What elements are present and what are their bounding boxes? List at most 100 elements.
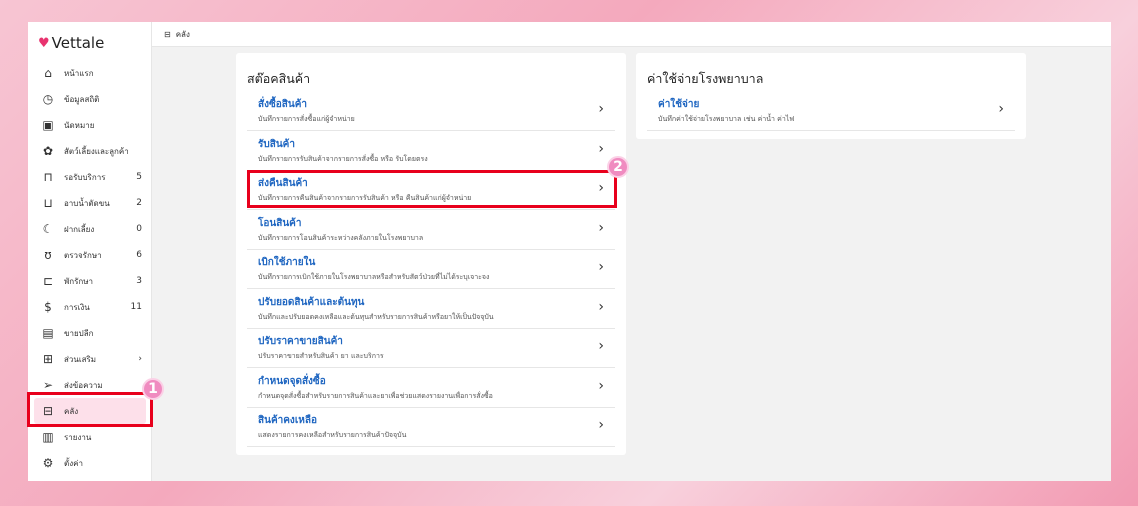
menu-item-desc: บันทึกรายการรับสินค้าจากรายการสั่งซื้อ ห… [258, 154, 428, 163]
sidebar-item-label: ฝากเลี้ยง [64, 224, 95, 234]
chevron-right-icon: › [598, 298, 604, 315]
sidebar-item[interactable]: ⊓ รอรับบริการ 5 [28, 164, 152, 190]
sidebar-item[interactable]: ✿ สัตว์เลี้ยงและลูกค้า [28, 138, 152, 164]
stock-title: สต๊อคสินค้า [247, 71, 311, 86]
home-icon: ⌂ [44, 66, 52, 80]
highlight-sidebar-stock [27, 392, 153, 427]
sidebar-item-label: ส่งข้อความ [64, 380, 103, 390]
paw-icon: ✿ [42, 144, 54, 158]
heart-logo-icon: ♥ [38, 35, 50, 51]
menu-item-title: ปรับราคาขายสินค้า [258, 336, 343, 347]
menu-item-desc: บันทึกค่าใช้จ่ายโรงพยาบาล เช่น ค่าน้ำ ค่… [658, 115, 795, 123]
menu-item-desc: ปรับราคาขายสำหรับสินค้า ยา และบริการ [258, 352, 384, 360]
sidebar-item-label: ส่วนเสริม [64, 354, 97, 364]
menu-item[interactable]: ปรับยอดสินค้าและต้นทุนบันทึกและปรับยอดคง… [247, 290, 615, 329]
sidebar-item-count: 2 [136, 198, 142, 208]
paper-plane-icon: ➢ [42, 378, 54, 392]
menu-item-desc: บันทึกรายการเบิกใช้ภายในโรงพยาบาลหรือสำห… [258, 273, 490, 281]
step-badge-2: 2 [607, 156, 629, 178]
sidebar-item[interactable]: ⚙ ตั้งค่า [28, 450, 152, 476]
chevron-right-icon: › [598, 219, 604, 236]
sidebar-item-label: นัดหมาย [64, 120, 95, 130]
menu-item-title: สินค้าคงเหลือ [258, 415, 317, 426]
sidebar-item-label: ตั้งค่า [64, 458, 83, 468]
menu-item[interactable]: สั่งซื้อสินค้าบันทึกรายการสั่งซื้อแก่ผู้… [247, 92, 615, 131]
cash-register-icon: ▤ [42, 326, 54, 340]
sidebar-item[interactable]: ▣ นัดหมาย [28, 112, 152, 138]
chevron-right-icon: › [598, 101, 604, 117]
sidebar-item[interactable]: ⌂ หน้าแรก [28, 60, 152, 86]
sidebar-item[interactable]: ⊔ อาบน้ำตัดขน 2 [28, 190, 152, 216]
sidebar-item[interactable]: ▥ รายงาน [28, 424, 152, 450]
gear-icon: ⚙ [42, 456, 54, 470]
chevron-right-icon: › [598, 417, 604, 433]
stock-card: สต๊อคสินค้า สั่งซื้อสินค้าบันทึกรายการสั… [236, 53, 626, 455]
sidebar-item[interactable]: $ การเงิน 11 [28, 294, 152, 320]
sidebar-item-label: อาบน้ำตัดขน [64, 198, 110, 208]
menu-item[interactable]: เบิกใช้ภายในบันทึกรายการเบิกใช้ภายในโรงพ… [247, 250, 615, 289]
sidebar-item-label: รอรับบริการ [64, 172, 106, 182]
top-bar: ⊟ คลัง [152, 22, 1111, 47]
menu-item-title: ค่าใช้จ่าย [658, 99, 700, 110]
sidebar-item[interactable]: ☾ ฝากเลี้ยง 0 [28, 216, 152, 242]
sidebar-item-count: 6 [136, 250, 142, 260]
sidebar-item-label: สัตว์เลี้ยงและลูกค้า [64, 146, 129, 156]
sidebar-item-count: › [138, 354, 142, 364]
sidebar-item-count: 3 [136, 276, 142, 286]
chevron-right-icon: › [998, 101, 1004, 117]
sidebar-item-label: หน้าแรก [64, 68, 94, 78]
menu-item-title: โอนสินค้า [258, 217, 302, 229]
menu-item[interactable]: โอนสินค้าบันทึกรายการโอนสินค้าระหว่างคลั… [247, 211, 615, 250]
calendar-icon: ▣ [42, 118, 54, 132]
sidebar-item[interactable]: ⊏ พักรักษา 3 [28, 268, 152, 294]
menu-item[interactable]: ปรับราคาขายสินค้าปรับราคาขายสำหรับสินค้า… [247, 329, 615, 368]
bed-icon: ⊏ [42, 274, 54, 288]
step-badge-1: 1 [142, 378, 164, 400]
menu-item-desc: บันทึกรายการโอนสินค้าระหว่างคลังภายในโรง… [258, 233, 424, 242]
menu-item[interactable]: สินค้าคงเหลือแสดงรายการคงเหลือสำหรับรายก… [247, 408, 615, 447]
breadcrumb: คลัง [175, 29, 190, 39]
expense-card: ค่าใช้จ่ายโรงพยาบาล ค่าใช้จ่ายบันทึกค่าใ… [636, 53, 1026, 139]
app-window: ♥ Vettale ⌂ หน้าแรก ◷ ข้อมูลสถิติ ▣ นัดหมาย ✿ สั… [28, 22, 1111, 481]
sidebar-item-label: พักรักษา [64, 276, 94, 286]
stethoscope-icon: ʊ [44, 248, 52, 262]
sidebar-item-count: 0 [136, 224, 142, 234]
chevron-right-icon: › [598, 259, 604, 275]
sidebar-item-count: 5 [136, 172, 142, 182]
sofa-icon: ⊓ [43, 170, 53, 184]
menu-item-title: สั่งซื้อสินค้า [258, 99, 308, 110]
menu-item-title: เบิกใช้ภายใน [258, 257, 316, 268]
sidebar-item[interactable]: ◷ ข้อมูลสถิติ [28, 86, 152, 112]
sidebar-item-count: 11 [130, 302, 142, 312]
bar-chart-icon: ▥ [42, 430, 54, 444]
bathtub-icon: ⊔ [43, 196, 53, 210]
menu-item-desc: บันทึกรายการสั่งซื้อแก่ผู้จำหน่าย [258, 115, 355, 123]
highlight-return-goods [247, 170, 617, 208]
expense-title: ค่าใช้จ่ายโรงพยาบาล [647, 71, 764, 86]
menu-item-title: รับสินค้า [258, 138, 295, 150]
menu-item-title: ปรับยอดสินค้าและต้นทุน [258, 296, 365, 308]
chevron-right-icon: › [598, 140, 604, 157]
sidebar-item-label: ข้อมูลสถิติ [64, 94, 100, 104]
sidebar-item-label: ขายปลีก [64, 328, 94, 338]
archive-icon: ⊟ [164, 29, 171, 39]
menu-item-desc: กำหนดจุดสั่งซื้อสำหรับรายการสินค้าและยาเ… [258, 391, 493, 400]
sidebar-item-label: รายงาน [64, 432, 92, 442]
sidebar-item[interactable]: ʊ ตรวจรักษา 6 [28, 242, 152, 268]
menu-item-desc: แสดงรายการคงเหลือสำหรับรายการสินค้าปัจจุ… [258, 431, 407, 439]
plus-box-icon: ⊞ [42, 352, 54, 366]
menu-item-desc: บันทึกและปรับยอดคงเหลือและต้นทุนสำหรับรา… [258, 312, 494, 321]
chevron-right-icon: › [598, 338, 604, 354]
menu-item[interactable]: กำหนดจุดสั่งซื้อกำหนดจุดสั่งซื้อสำหรับรา… [247, 369, 615, 408]
money-hand-icon: $ [44, 300, 52, 314]
menu-item-title: กำหนดจุดสั่งซื้อ [258, 375, 326, 387]
sidebar-item[interactable]: ▤ ขายปลีก [28, 320, 152, 346]
menu-item[interactable]: รับสินค้าบันทึกรายการรับสินค้าจากรายการส… [247, 132, 615, 171]
sidebar-item-label: การเงิน [64, 302, 90, 312]
menu-item[interactable]: ค่าใช้จ่ายบันทึกค่าใช้จ่ายโรงพยาบาล เช่น… [647, 92, 1015, 131]
chevron-right-icon: › [598, 377, 604, 394]
moon-icon: ☾ [42, 222, 54, 236]
dashboard-icon: ◷ [42, 92, 54, 106]
sidebar-item[interactable]: ⊞ ส่วนเสริม › [28, 346, 152, 372]
logo: ♥ Vettale [38, 34, 104, 52]
